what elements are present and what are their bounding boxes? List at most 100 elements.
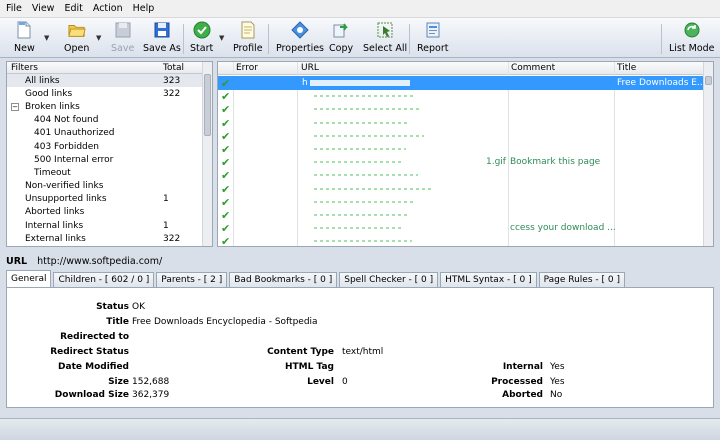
total-column-header[interactable]: Total	[157, 63, 184, 73]
filter-row[interactable]: Non-verified links	[7, 180, 212, 193]
properties-button[interactable]: Properties	[276, 21, 324, 57]
table-row[interactable]: ✔	[218, 182, 704, 196]
details-panel: Status OK Title Free Downloads Encyclope…	[6, 288, 714, 408]
url-column-header[interactable]: URL	[301, 63, 319, 73]
table-row[interactable]: ✔ h Free Downloads E...	[218, 76, 706, 90]
list-mode-button[interactable]: List Mode	[669, 21, 715, 57]
filter-total: 1	[163, 194, 169, 205]
menu-edit[interactable]: Edit	[64, 3, 82, 14]
tab-detail[interactable]: Spell Checker - [ 0 ]	[339, 272, 439, 287]
table-row[interactable]: ✔	[218, 129, 704, 143]
table-row[interactable]: ✔	[218, 168, 704, 182]
tab-detail[interactable]: HTML Syntax - [ 0 ]	[440, 272, 537, 287]
select-all-cursor-icon	[376, 21, 394, 39]
open-button[interactable]: Open	[64, 21, 89, 57]
table-row[interactable]: ✔	[218, 142, 704, 156]
toolbar: New ▼ Open ▼ Save Save As Start ▼ Profil…	[0, 18, 720, 58]
redirect-status-label: Redirect Status	[50, 347, 129, 357]
open-dropdown-icon[interactable]: ▼	[96, 34, 101, 42]
table-row[interactable]: ✔	[218, 195, 704, 209]
menu-help[interactable]: Help	[133, 3, 155, 14]
filter-row[interactable]: − Broken links	[7, 100, 212, 113]
comment-column-header[interactable]: Comment	[511, 63, 555, 73]
table-row[interactable]: ✔	[218, 234, 704, 246]
internal-label: Internal	[502, 362, 543, 372]
filter-name: Internal links	[25, 220, 84, 231]
grid-scrollbar-thumb[interactable]	[705, 76, 712, 85]
filter-row[interactable]: Good links 322	[7, 87, 212, 100]
tab-detail[interactable]: Page Rules - [ 0 ]	[538, 272, 625, 287]
folder-open-icon	[68, 21, 86, 39]
row-url: 1.gif	[486, 157, 506, 168]
download-size-value: 362,379	[132, 390, 170, 400]
redacted-url	[314, 240, 412, 243]
filter-row[interactable]: Aborted links	[7, 206, 212, 219]
filter-name: Non-verified links	[25, 181, 104, 192]
status-check-icon: ✔	[221, 77, 231, 90]
toolbar-separator	[183, 24, 184, 54]
redacted-url	[314, 121, 410, 124]
table-row[interactable]: ✔	[218, 102, 704, 116]
filter-name: 401 Unauthorized	[34, 128, 115, 139]
redacted-url	[314, 95, 414, 98]
content-type-value: text/html	[342, 347, 384, 357]
filter-row[interactable]: 403 Forbidden	[7, 140, 212, 153]
profile-button[interactable]: Profile	[233, 21, 263, 57]
filter-name: 403 Forbidden	[34, 141, 99, 152]
report-button[interactable]: Report	[417, 21, 449, 57]
new-button[interactable]: New	[14, 21, 35, 57]
toolbar-separator	[409, 24, 410, 54]
table-row[interactable]: ✔ 1.gif Bookmark this page	[218, 155, 704, 169]
title-column-header[interactable]: Title	[617, 63, 636, 73]
menu-view[interactable]: View	[32, 3, 55, 14]
filters-scrollbar[interactable]	[202, 62, 212, 246]
filter-row[interactable]: 404 Not found	[7, 114, 212, 127]
start-button[interactable]: Start	[190, 21, 213, 57]
table-row[interactable]: ✔	[218, 89, 704, 103]
redacted-url	[314, 134, 424, 137]
table-row[interactable]: ✔ ccess your download ...	[218, 221, 704, 235]
tab-detail[interactable]: Children - [ 602 / 0 ]	[53, 272, 155, 287]
toolbar-separator	[268, 24, 269, 54]
copy-arrow-icon	[332, 21, 350, 39]
save-button[interactable]: Save	[111, 21, 134, 57]
menu-file[interactable]: File	[6, 3, 22, 14]
filters-scrollbar-thumb[interactable]	[204, 74, 211, 136]
filter-row[interactable]: Timeout	[7, 166, 212, 179]
status-check-icon: ✔	[221, 103, 231, 117]
menu-action[interactable]: Action	[93, 3, 123, 14]
table-row[interactable]: ✔	[218, 208, 704, 222]
start-dropdown-icon[interactable]: ▼	[219, 34, 224, 42]
redacted-url	[314, 214, 409, 216]
error-column-header[interactable]: Error	[236, 63, 258, 73]
aborted-label: Aborted	[502, 390, 543, 400]
redirected-to-label: Redirected to	[60, 332, 129, 342]
redacted-url	[314, 108, 419, 111]
select-all-button[interactable]: Select All	[363, 21, 407, 57]
status-check-icon: ✔	[221, 209, 231, 222]
table-row[interactable]: ✔	[218, 116, 704, 130]
tab-detail[interactable]: Bad Bookmarks - [ 0 ]	[229, 272, 338, 287]
title-value: Free Downloads Encyclopedia - Softpedia	[132, 317, 318, 327]
row-title: ccess your download ...	[510, 223, 616, 234]
filter-row[interactable]: All links 323	[7, 74, 212, 88]
save-as-button[interactable]: Save As	[143, 21, 181, 57]
title-label: Title	[106, 317, 129, 327]
grid-scrollbar[interactable]	[703, 62, 713, 246]
collapse-icon[interactable]: −	[11, 103, 19, 112]
tab-general[interactable]: General	[6, 270, 52, 287]
details-tabs: General Children - [ 602 / 0 ] Parents - […	[6, 270, 714, 288]
new-dropdown-icon[interactable]: ▼	[44, 34, 49, 42]
filters-column-header[interactable]: Filters	[7, 63, 157, 73]
filter-row[interactable]: Internal links 1	[7, 219, 212, 232]
filter-row[interactable]: 401 Unauthorized	[7, 127, 212, 140]
filter-row[interactable]: Unsupported links 1	[7, 193, 212, 206]
filter-row[interactable]: 500 Internal error	[7, 153, 212, 166]
filter-row[interactable]: External links 322	[7, 232, 212, 245]
profile-document-icon	[239, 21, 257, 39]
tab-detail[interactable]: Parents - [ 2 ]	[156, 272, 228, 287]
copy-button[interactable]: Copy	[329, 21, 353, 57]
redacted-url	[314, 227, 404, 230]
redacted-url	[314, 161, 402, 164]
size-label: Size	[108, 377, 129, 387]
